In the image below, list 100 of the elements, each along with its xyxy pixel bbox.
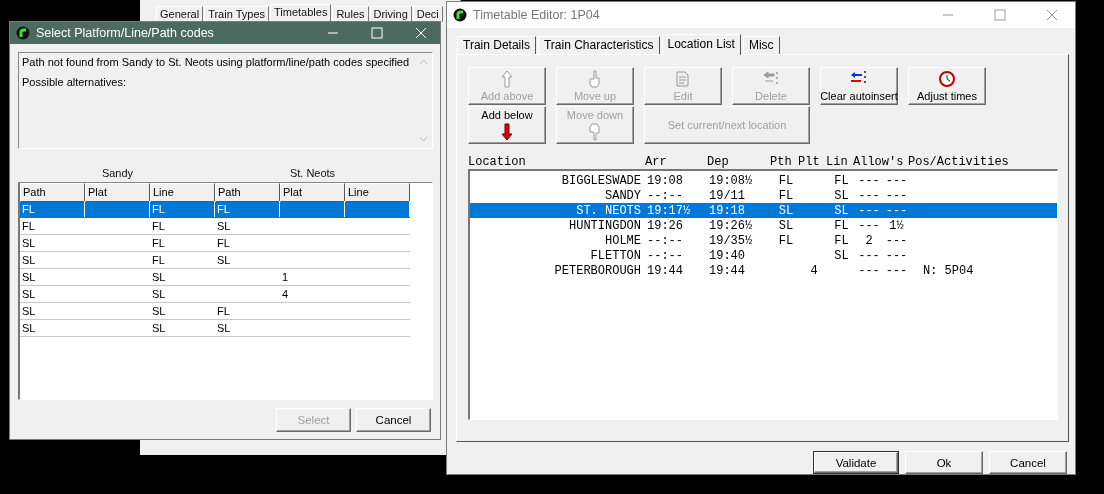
tab[interactable]: Train Types: [204, 6, 269, 22]
list-cell-text: 2: [864, 233, 874, 248]
column-header[interactable]: Path: [20, 183, 85, 202]
arrow-up-icon: [501, 70, 513, 88]
column-header: Allow's: [853, 154, 905, 169]
arrow-dots-icon: [762, 70, 780, 86]
tab[interactable]: Driving: [369, 6, 412, 22]
list-cell-text: FL: [777, 233, 795, 248]
tab[interactable]: Train Characteristics: [537, 36, 660, 54]
table-cell: FL: [215, 201, 280, 217]
list-cell-text: 19:44: [709, 263, 746, 278]
dialog-button[interactable]: Ok: [905, 451, 983, 474]
list-cell-text: N: 5P04: [922, 263, 975, 278]
list-cell-text: ---: [857, 203, 881, 218]
arrow-down-icon: [501, 123, 513, 141]
list-cell-text: FL: [777, 173, 795, 188]
column-header[interactable]: Line: [150, 183, 215, 202]
list-cell-text: ---: [884, 188, 909, 203]
column-header[interactable]: Line: [345, 183, 410, 202]
tab[interactable]: Location List: [661, 34, 741, 55]
list-cell-text: PETERBOROUGH: [553, 263, 642, 278]
tab[interactable]: Rules: [332, 6, 369, 22]
column-header: Pos/Activities: [908, 154, 1010, 169]
list-cell-text: BIGGLESWADE: [560, 173, 642, 188]
column-header: Lin: [826, 154, 849, 169]
list-cell-text: SL: [777, 218, 795, 233]
table-cell-text: SL: [21, 270, 37, 285]
table-cell-text: SL: [151, 270, 167, 285]
column-header[interactable]: Path: [215, 183, 280, 202]
list-cell-text: FL: [833, 233, 850, 248]
list-cell-text: SL: [833, 188, 850, 203]
scroll-up-icon[interactable]: [419, 59, 428, 65]
list-cell-text: SL: [777, 203, 795, 218]
toolbar-button[interactable]: Add below: [468, 106, 546, 144]
list-cell-text: ---: [884, 203, 909, 218]
scroll-down-icon[interactable]: [419, 136, 428, 142]
list-cell-text: ---: [857, 188, 881, 203]
list-cell-text: HUNTINGDON: [568, 218, 642, 233]
tab[interactable]: Timetables: [270, 4, 332, 22]
list-cell-text: FLETTON: [589, 248, 642, 263]
list-cell-text: ---: [884, 263, 909, 278]
message-text: Possible alternatives:: [22, 76, 127, 88]
message-text: Path not found from Sandy to St. Neots using platform/line/path codes specified: [22, 56, 411, 68]
list-cell-text: FL: [833, 218, 850, 233]
table-cell: FL: [20, 201, 85, 217]
table-cell-text: FL: [21, 219, 36, 234]
list-cell-text: ---: [884, 173, 909, 188]
table-cell-text: SL: [216, 253, 232, 268]
column-header[interactable]: Plat: [85, 183, 150, 202]
arrows-dots-icon: [849, 70, 869, 86]
tab[interactable]: Misc: [742, 36, 780, 54]
list-cell-text: 19:44: [647, 263, 684, 278]
list-cell-text: --:--: [647, 233, 684, 248]
list-cell-text: 19:08: [647, 173, 684, 188]
toolbar-button[interactable]: Adjust times: [908, 67, 986, 105]
dialog-button[interactable]: Cancel: [356, 408, 431, 432]
table-cell-text: SL: [151, 287, 167, 302]
list-cell-text: 19:26½: [709, 218, 754, 233]
hand-pointing-up-icon: [589, 70, 601, 88]
table-cell-text: SL: [216, 321, 232, 336]
table-cell-text: SL: [21, 321, 37, 336]
group-heading: St. Neots: [288, 167, 337, 179]
clock-icon: [938, 70, 956, 88]
dialog-button[interactable]: Validate: [813, 451, 899, 474]
table-cell: FL: [150, 201, 215, 217]
list-cell-text: 19:18: [709, 203, 746, 218]
table-cell-text: 1: [281, 270, 290, 285]
document-edit-icon: [674, 70, 692, 88]
table-cell-text: SL: [21, 253, 37, 268]
table-cell-text: FL: [151, 236, 166, 251]
list-cell-text: ---: [857, 263, 881, 278]
list-cell-text: 19:26: [647, 218, 684, 233]
table-cell-text: SL: [21, 287, 37, 302]
dialog-button[interactable]: Cancel: [989, 451, 1067, 474]
window-title: Select Platform/Line/Path codes: [36, 26, 215, 40]
list-row[interactable]: ST. NEOTS 19:17½ 19:18 SL SL --- ---: [470, 203, 1057, 218]
list-cell-text: FL: [777, 188, 795, 203]
table-cell-text: SL: [151, 304, 167, 319]
list-cell-text: ---: [857, 248, 881, 263]
list-cell-text: ST. NEOTS: [575, 203, 642, 218]
list-cell-text: ---: [884, 233, 909, 248]
app-icon: [16, 26, 30, 40]
table-cell-text: FL: [216, 236, 231, 251]
list-cell-text: 19:40: [709, 248, 746, 263]
list-cell-text: SANDY: [604, 188, 642, 203]
list-cell-text: ---: [857, 218, 881, 233]
column-header[interactable]: Plat: [280, 183, 345, 202]
tab[interactable]: Deci: [412, 6, 443, 22]
table-cell-text: 4: [281, 287, 290, 302]
app-icon: [453, 8, 467, 22]
tab[interactable]: Train Details: [457, 36, 536, 54]
list-cell-text: --:--: [647, 248, 684, 263]
column-header: Plt: [798, 154, 821, 169]
tab[interactable]: General: [156, 6, 204, 22]
list-cell-text: 1½: [888, 218, 905, 233]
table-cell-text: SL: [216, 219, 232, 234]
column-header: Pth: [770, 154, 793, 169]
table-cell-text: SL: [151, 321, 167, 336]
list-cell-text: SL: [833, 203, 850, 218]
list-cell-text: ---: [857, 173, 881, 188]
